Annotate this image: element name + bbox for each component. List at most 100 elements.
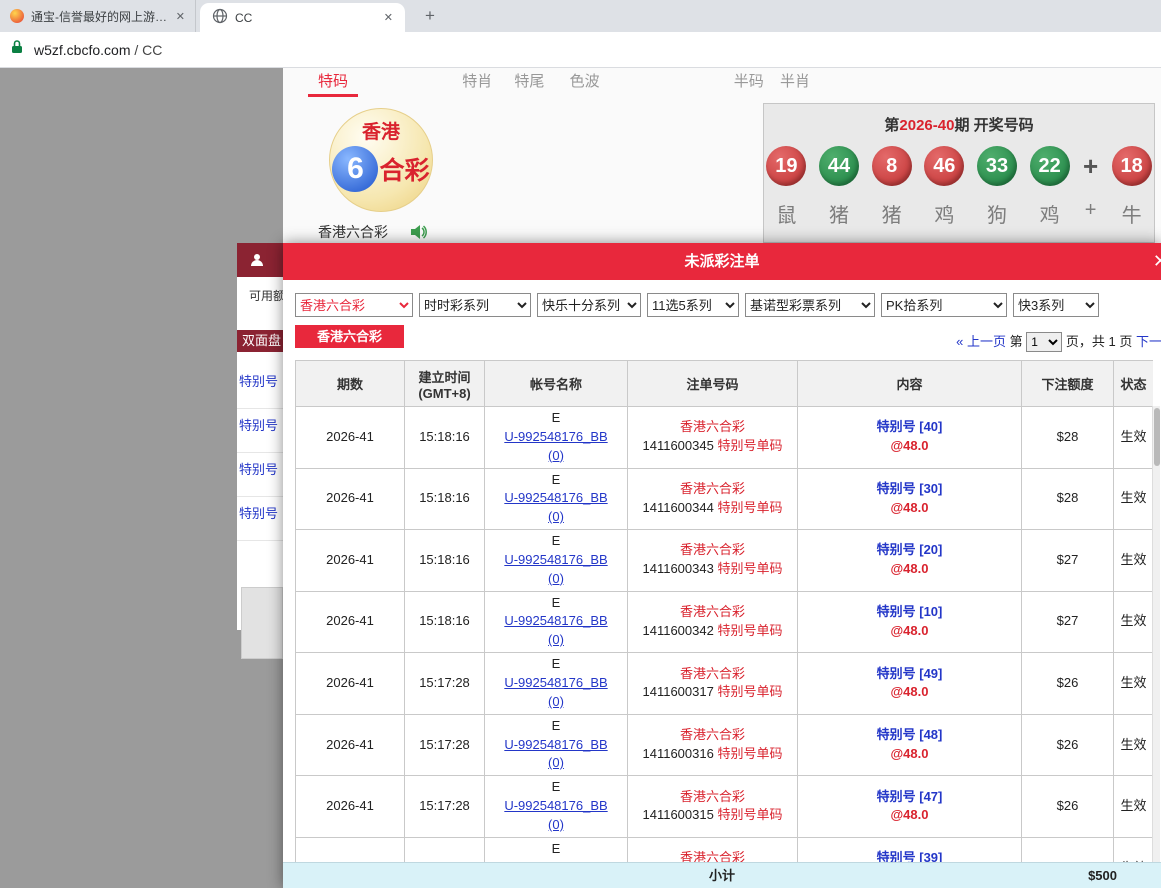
list-item[interactable]: 特别号 [237,497,283,541]
filter-select-ssc[interactable]: 时时彩系列 [419,293,531,317]
bet-number: 1411600317 [643,684,714,699]
draw-ball: 19 鼠 [764,146,809,228]
game-tab-mark-six[interactable]: 香港六合彩 [295,325,404,348]
bet-type: 特别号单码 [717,807,782,822]
amount-cell: $26 [1022,837,1114,862]
account-sub-link[interactable]: (0) [489,447,623,466]
subtotal-row: 小计 $500 [283,862,1161,888]
double-side-tab[interactable]: 双面盘 [237,330,283,352]
bets-table-wrap: 期数 建立时间 (GMT+8) 帐号名称 注单号码 内容 下注额度 状态 202… [295,360,1153,862]
amount-cell: $27 [1022,591,1114,653]
bet-content: 特别号 [39] [802,849,1017,862]
ball-zodiac: 鼠 [776,199,796,228]
nav-item-banxiao[interactable]: 半肖 [780,70,810,91]
subtotal-label: 小计 [283,863,1161,888]
filter-select-pk10[interactable]: PK拾系列 [881,293,1007,317]
ball-number: 22 [1030,146,1070,186]
table-row: 2026-41 15:17:28 E U-992548176_BB (0) 香港… [296,653,1154,715]
bet-number-cell: 香港六合彩 1411600317 特别号单码 [628,653,798,715]
address-bar[interactable]: w5zf.cbcfo.com / CC [0,32,1161,68]
speaker-icon[interactable] [410,224,428,240]
table-row: 2026-41 15:18:16 E U-992548176_BB (0) 香港… [296,530,1154,592]
table-scrollbar[interactable] [1152,406,1160,862]
bet-content: 特别号 [49] [802,665,1017,684]
time-cell: 15:17:28 [405,837,485,862]
lottery-name-caption: 香港六合彩 [283,222,463,242]
bet-odds: @48.0 [802,745,1017,764]
time-cell: 15:18:16 [405,591,485,653]
filter-select-keno[interactable]: 基诺型彩票系列 [745,293,875,317]
account-link[interactable]: U-992548176_BB [489,489,623,508]
account-link[interactable]: U-992548176_BB [489,428,623,447]
scrollbar-thumb[interactable] [1154,408,1160,466]
nav-item-tema[interactable]: 特码 [308,68,358,97]
list-item[interactable]: 特别号 [237,409,283,453]
status-cell: 生效 [1114,468,1154,530]
new-tab-button[interactable]: + [420,6,440,26]
amount-cell: $28 [1022,468,1114,530]
bet-game-name: 香港六合彩 [632,418,793,437]
account-cell: E U-992548176_BB (0) [485,407,628,469]
content-cell: 特别号 [47] @48.0 [798,776,1022,838]
draw-result-panel: 第2026-40期 开奖号码 19 鼠 44 猪 8 猪 46 鸡 [763,103,1155,243]
user-icon [249,252,265,268]
account-link[interactable]: U-992548176_BB [489,612,623,631]
status-cell: 生效 [1114,591,1154,653]
ball-zodiac: 狗 [987,199,1007,228]
modal-header: 未派彩注单 ✕ [283,243,1161,280]
account-cell: E U-992548176_BB (0) [485,653,628,715]
filter-select-klsf[interactable]: 快乐十分系列 [537,293,641,317]
bet-number-cell: 香港六合彩 1411600343 特别号单码 [628,530,798,592]
ball-number: 33 [977,146,1017,186]
bets-table: 期数 建立时间 (GMT+8) 帐号名称 注单号码 内容 下注额度 状态 202… [295,360,1153,862]
bet-type: 特别号单码 [717,623,782,638]
period-cell: 2026-41 [296,530,405,592]
list-item[interactable]: 特别号 [237,365,283,409]
nav-item-tewei[interactable]: 特尾 [514,70,544,91]
filter-select-mark-six[interactable]: 香港六合彩 [295,293,413,317]
period-cell: 2026-41 [296,468,405,530]
account-sub-link[interactable]: (0) [489,816,623,835]
browser-tab-2[interactable]: CC ✕ [200,3,405,32]
account-link[interactable]: U-992548176_BB [489,797,623,816]
bet-odds: @48.0 [802,499,1017,518]
account-sub-link[interactable]: (0) [489,508,623,527]
account-link[interactable]: U-992548176_BB [489,674,623,693]
page-select[interactable]: 1 [1026,332,1062,352]
bet-game-name: 香港六合彩 [632,480,793,499]
logo-text-top: 香港 [330,109,432,144]
lottery-filter-row: 香港六合彩 时时彩系列 快乐十分系列 11选5系列 基诺型彩票系列 PK拾系列 … [295,293,1099,317]
account-sub-link[interactable]: (0) [489,631,623,650]
next-page-link[interactable]: 下一页 [1136,334,1161,349]
site-favicon-icon [10,9,24,23]
account-sub-link[interactable]: (0) [489,693,623,712]
nav-item-texiao[interactable]: 特肖 [462,70,492,91]
draw-ball: 22 鸡 [1027,146,1072,228]
filter-select-k3[interactable]: 快3系列 [1013,293,1099,317]
bet-type: 特别号单码 [717,684,782,699]
account-sub-link[interactable]: (0) [489,754,623,773]
amount-cell: $26 [1022,776,1114,838]
nav-item-banma[interactable]: 半码 [734,70,764,91]
tab-close-icon[interactable]: ✕ [384,11,393,24]
account-sub-link[interactable]: (0) [489,570,623,589]
bet-game-name: 香港六合彩 [632,541,793,560]
account-link[interactable]: U-992548176_BB [489,551,623,570]
content-cell: 特别号 [40] @48.0 [798,407,1022,469]
draw-ball: 33 狗 [975,146,1020,228]
bet-content: 特别号 [30] [802,480,1017,499]
prev-page-link[interactable]: « 上一页 [956,334,1006,349]
close-icon[interactable]: ✕ [1153,251,1161,272]
bet-number-cell: 香港六合彩 1411600345 特别号单码 [628,407,798,469]
filter-select-11x5[interactable]: 11选5系列 [647,293,739,317]
tab-close-icon[interactable]: ✕ [176,10,185,23]
nav-item-sebo[interactable]: 色波 [570,70,600,91]
account-cell: E U-992548176_BB (0) [485,837,628,862]
ball-zodiac: 牛 [1122,199,1142,228]
ball-number: 8 [872,146,912,186]
account-link[interactable]: U-992548176_BB [489,736,623,755]
list-item[interactable]: 特别号 [237,453,283,497]
browser-tab-1[interactable]: 通宝-信誉最好的网上游戏平 ✕ [0,0,196,32]
col-amount: 下注额度 [1022,361,1114,407]
subtotal-amount: $500 [1033,863,1117,888]
